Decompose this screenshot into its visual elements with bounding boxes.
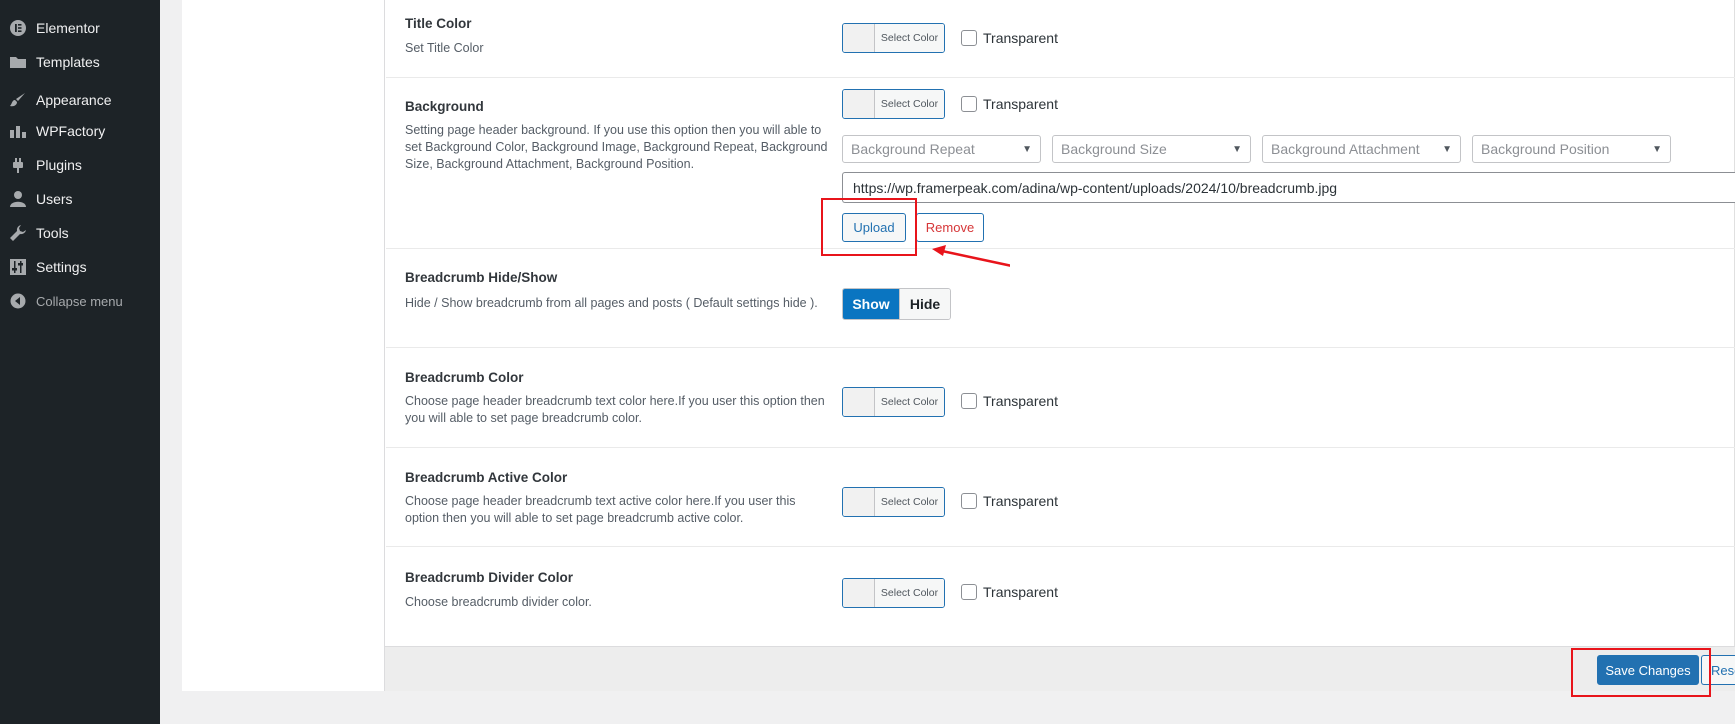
sidebar-item-settings[interactable]: Settings [0,250,160,284]
admin-sidebar: Elementor Templates Appearance WPFactory… [0,0,160,724]
transparent-checkbox[interactable] [961,584,977,600]
select-value: Background Repeat [851,141,975,157]
field-description: Choose breadcrumb divider color. [405,595,592,609]
row-divider [386,347,1735,348]
transparent-checkbox[interactable] [961,393,977,409]
breadcrumb-divider-color-picker[interactable]: Select Color [842,578,945,608]
select-color-label: Select Color [875,388,944,416]
field-title: Breadcrumb Hide/Show [405,270,558,285]
transparent-checkbox[interactable] [961,96,977,112]
plugin-icon [8,155,28,175]
sidebar-item-templates[interactable]: Templates [0,45,160,79]
transparent-label: Transparent [983,393,1058,409]
upload-button[interactable]: Upload [842,213,906,242]
sidebar-item-users[interactable]: Users [0,182,160,216]
sidebar-item-label: Settings [36,259,87,275]
row-divider [386,248,1735,249]
sidebar-item-label: Appearance [36,92,112,108]
show-option[interactable]: Show [843,289,899,319]
collapse-menu-button[interactable]: Collapse menu [0,284,160,318]
breadcrumb-color-picker[interactable]: Select Color [842,387,945,417]
field-description: Choose page header breadcrumb text activ… [405,494,796,525]
breadcrumb-visibility-toggle[interactable]: Show Hide [842,288,951,320]
chart-bar-icon [8,121,28,141]
field-description: Choose page header breadcrumb text color… [405,394,825,425]
reset-button[interactable]: Rese [1701,655,1735,685]
transparent-label: Transparent [983,493,1058,509]
row-divider [386,447,1735,448]
field-description: Setting page header background. If you u… [405,123,828,171]
title-color-picker[interactable]: Select Color [842,23,945,53]
select-color-label: Select Color [875,488,944,516]
field-title: Breadcrumb Divider Color [405,570,574,585]
color-swatch [843,24,875,52]
collapse-arrow-icon [8,291,28,311]
background-repeat-select[interactable]: Background Repeat ▼ [842,135,1041,163]
sidebar-item-plugins[interactable]: Plugins [0,148,160,182]
chevron-down-icon: ▼ [1652,143,1662,155]
sidebar-item-elementor[interactable]: Elementor [0,11,160,45]
background-size-select[interactable]: Background Size ▼ [1052,135,1251,163]
select-color-label: Select Color [875,90,944,118]
breadcrumb-active-color-transparent[interactable]: Transparent [961,493,1058,509]
transparent-label: Transparent [983,584,1058,600]
elementor-icon [8,18,28,38]
breadcrumb-color-transparent[interactable]: Transparent [961,393,1058,409]
background-attachment-select[interactable]: Background Attachment ▼ [1262,135,1461,163]
color-swatch [843,388,875,416]
sidebar-item-wpfactory[interactable]: WPFactory [0,114,160,148]
select-color-label: Select Color [875,24,944,52]
sidebar-item-tools[interactable]: Tools [0,216,160,250]
sidebar-item-label: Templates [36,54,100,70]
remove-button[interactable]: Remove [916,213,984,242]
sliders-icon [8,257,28,277]
row-divider [386,77,1735,78]
sidebar-item-appearance[interactable]: Appearance [0,83,160,117]
select-color-label: Select Color [875,579,944,607]
collapse-menu-label: Collapse menu [36,293,123,309]
field-title: Title Color [405,16,472,31]
field-title: Background [405,99,484,114]
transparent-label: Transparent [983,96,1058,112]
chevron-down-icon: ▼ [1232,143,1242,155]
chevron-down-icon: ▼ [1022,143,1032,155]
transparent-checkbox[interactable] [961,493,977,509]
color-swatch [843,488,875,516]
wrench-icon [8,223,28,243]
settings-footer [385,646,1735,691]
transparent-label: Transparent [983,30,1058,46]
chevron-down-icon: ▼ [1442,143,1452,155]
field-title: Breadcrumb Color [405,370,524,385]
folder-icon [8,52,28,72]
sidebar-item-label: WPFactory [36,123,106,139]
select-value: Background Size [1061,141,1167,157]
sidebar-item-label: Elementor [36,20,100,36]
background-image-url-input[interactable]: https://wp.framerpeak.com/adina/wp-conte… [842,172,1735,203]
sidebar-item-label: Plugins [36,157,82,173]
select-value: Background Attachment [1271,141,1420,157]
breadcrumb-divider-color-transparent[interactable]: Transparent [961,584,1058,600]
field-title: Breadcrumb Active Color [405,470,568,485]
settings-tabs-column [182,0,385,691]
row-divider [386,546,1735,547]
color-swatch [843,90,875,118]
color-swatch [843,579,875,607]
transparent-checkbox[interactable] [961,30,977,46]
title-color-transparent[interactable]: Transparent [961,30,1058,46]
sidebar-item-label: Tools [36,225,69,241]
background-position-select[interactable]: Background Position ▼ [1472,135,1671,163]
breadcrumb-active-color-picker[interactable]: Select Color [842,487,945,517]
background-transparent[interactable]: Transparent [961,96,1058,112]
field-description: Hide / Show breadcrumb from all pages an… [405,296,818,310]
sidebar-item-label: Users [36,191,73,207]
field-description: Set Title Color [405,41,484,55]
select-value: Background Position [1481,141,1610,157]
background-color-picker[interactable]: Select Color [842,89,945,119]
hide-option[interactable]: Hide [899,289,950,319]
paintbrush-icon [8,90,28,110]
user-icon [8,189,28,209]
save-changes-button[interactable]: Save Changes [1597,655,1699,685]
